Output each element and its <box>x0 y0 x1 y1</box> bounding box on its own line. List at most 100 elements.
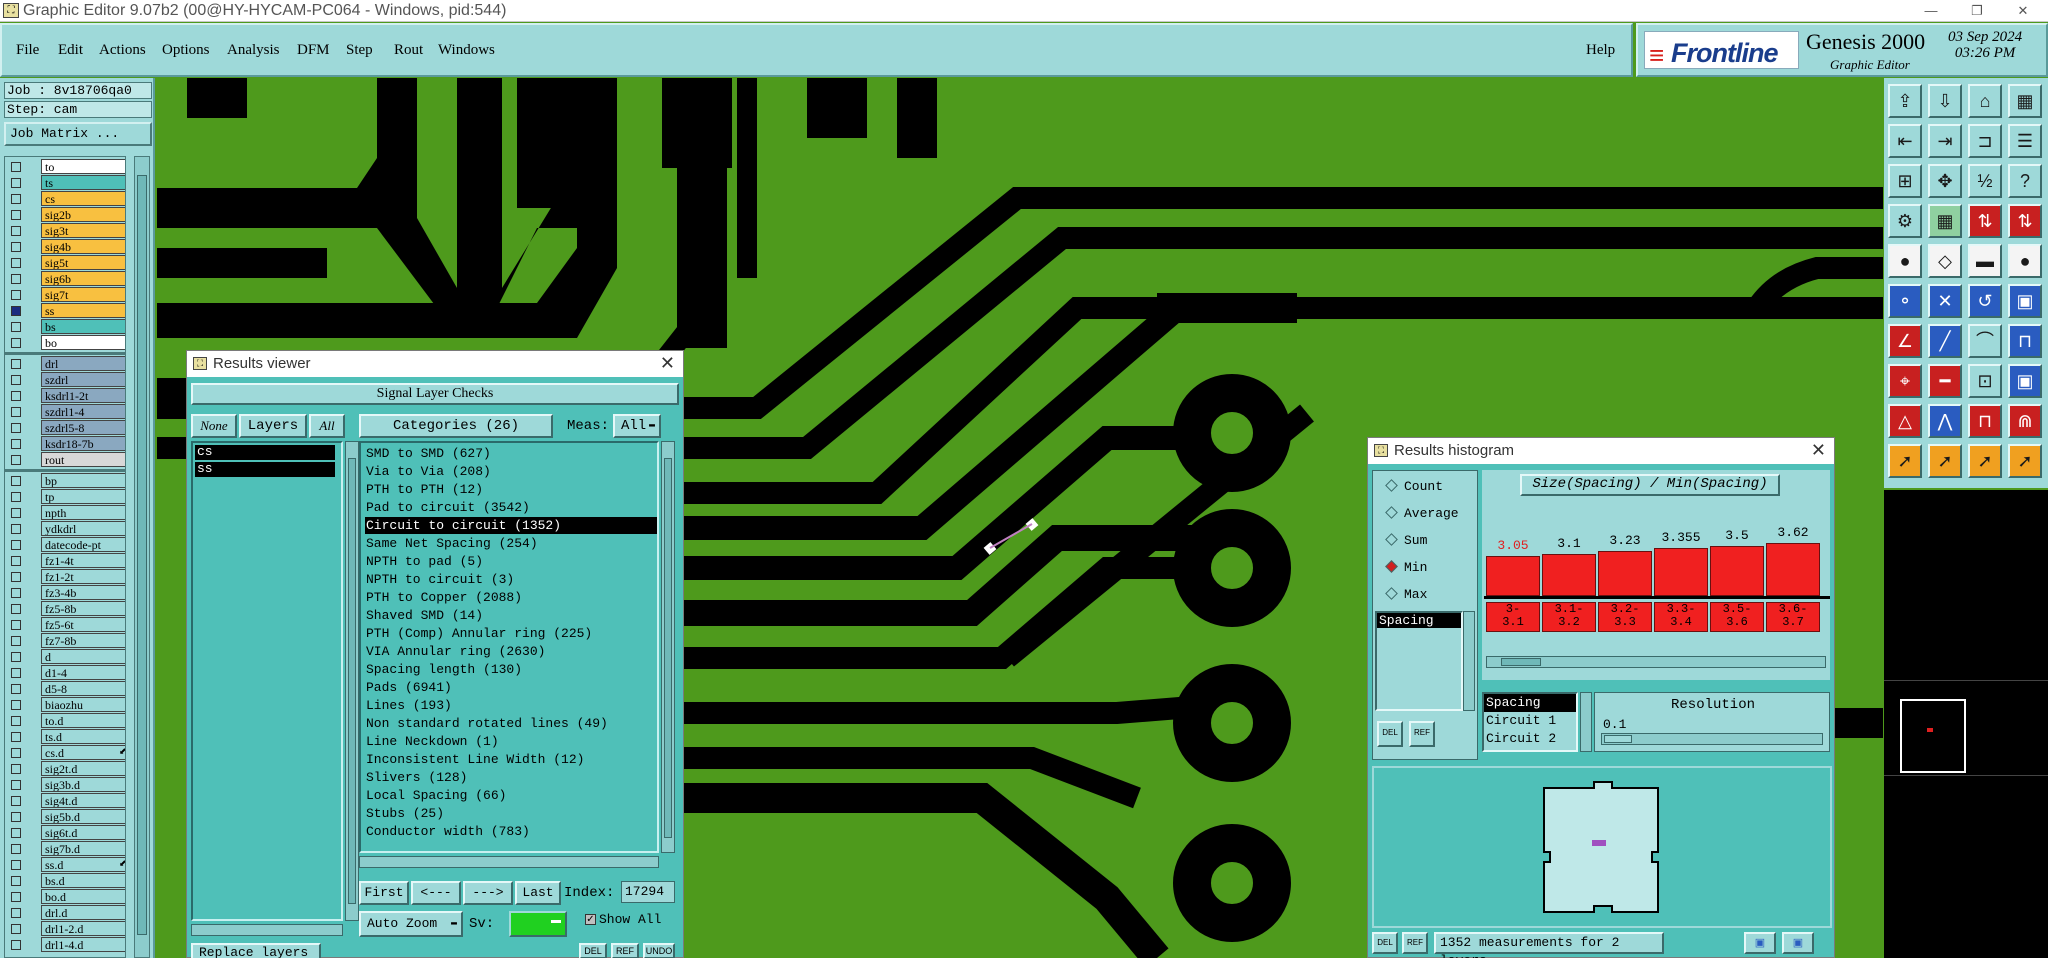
layer-checkbox[interactable] <box>11 812 21 822</box>
net-icon[interactable]: ▣ <box>2008 284 2042 318</box>
layer-row[interactable]: drl1-2.d <box>5 921 125 937</box>
layer-checkbox[interactable] <box>11 290 21 300</box>
layer-checkbox[interactable] <box>11 844 21 854</box>
layer-row[interactable]: szdrl5-8 <box>5 420 125 436</box>
histogram-bar[interactable] <box>1486 556 1540 596</box>
layer-name[interactable]: fz1-2t <box>41 569 125 584</box>
stat-option-average[interactable]: Average <box>1385 506 1459 521</box>
category-item[interactable]: Non standard rotated lines (49) <box>365 715 657 732</box>
layer-checkbox[interactable] <box>11 908 21 918</box>
layer-checkbox[interactable] <box>11 876 21 886</box>
connect-icon[interactable]: ⚬ <box>1888 284 1922 318</box>
layer-row[interactable]: fz5-8b <box>5 601 125 617</box>
layer-row[interactable]: drl <box>5 356 125 372</box>
attribute-list[interactable]: Spacing Circuit 1 Circuit 2 <box>1482 692 1578 752</box>
stat-option-count[interactable]: Count <box>1385 479 1443 494</box>
close-button[interactable]: ✕ <box>2000 0 2046 22</box>
layer-name[interactable]: sig7b.d <box>41 841 125 856</box>
move-left-icon[interactable]: ⇤ <box>1888 124 1922 158</box>
layer-checkbox[interactable] <box>11 716 21 726</box>
category-item[interactable]: Via to Via (208) <box>365 463 657 480</box>
replace-layers-dropdown[interactable]: Replace layers <box>191 943 321 958</box>
job-matrix-button[interactable]: Job Matrix ... <box>4 122 152 146</box>
layer-row[interactable]: datecode-pt <box>5 537 125 553</box>
layer-name[interactable]: ss.d <box>41 857 125 872</box>
layer-name[interactable]: ts <box>41 175 125 190</box>
layer-row[interactable]: drl1-4.d <box>5 937 125 953</box>
radio-icon[interactable] <box>1385 506 1398 519</box>
layer-checkbox[interactable] <box>11 572 21 582</box>
layer-name[interactable]: rout <box>41 452 125 467</box>
category-item[interactable]: VIA Annular ring (2630) <box>365 643 657 660</box>
layer-name[interactable]: bp <box>41 473 125 488</box>
layer-row[interactable]: fz1-4t <box>5 553 125 569</box>
first-button[interactable]: First <box>359 881 409 905</box>
layer-checkbox[interactable] <box>11 455 21 465</box>
measurement-item[interactable]: Spacing <box>1377 613 1461 628</box>
layer-name[interactable]: sig4t.d <box>41 793 125 808</box>
layer-checkbox[interactable] <box>11 700 21 710</box>
layer-checkbox[interactable] <box>11 796 21 806</box>
edit-shape-icon[interactable]: ◇ <box>1928 244 1962 278</box>
layer-row[interactable]: sig3t <box>5 223 125 239</box>
layer-name[interactable]: sig2t.d <box>41 761 125 776</box>
measurement-scrollbar[interactable] <box>1463 611 1475 711</box>
layer-row[interactable]: d5-8 <box>5 681 125 697</box>
layer-row[interactable]: d <box>5 649 125 665</box>
layer-row[interactable]: szdrl1-4 <box>5 404 125 420</box>
layers-listbox[interactable]: cs ss <box>191 441 343 921</box>
layer-checkbox[interactable] <box>11 556 21 566</box>
layer-item[interactable]: cs <box>195 445 335 460</box>
results-viewer-close-icon[interactable]: ✕ <box>660 353 675 374</box>
layer-row[interactable]: rout <box>5 452 125 468</box>
layer-checkbox[interactable] <box>11 940 21 950</box>
layer-checkbox[interactable] <box>11 540 21 550</box>
layer-name[interactable]: bs <box>41 319 125 334</box>
layer-name[interactable]: ydkdrl <box>41 521 125 536</box>
layer-row[interactable]: ksdrl1-2t <box>5 388 125 404</box>
last-button[interactable]: Last <box>515 881 561 905</box>
layer-row[interactable]: ksdr18-7b <box>5 436 125 452</box>
category-item[interactable]: PTH to PTH (12) <box>365 481 657 498</box>
stat-option-sum[interactable]: Sum <box>1385 533 1427 548</box>
layer-checkbox[interactable] <box>11 407 21 417</box>
export-icon[interactable]: ▣ <box>1744 932 1776 954</box>
stat-option-min[interactable]: Min <box>1385 560 1427 575</box>
del-button[interactable]: DEL <box>579 943 607 958</box>
layer-name[interactable]: to.d <box>41 713 125 728</box>
histogram-bar[interactable] <box>1710 546 1764 596</box>
menu-options[interactable]: Options <box>162 42 210 59</box>
histogram-bar[interactable] <box>1766 543 1820 596</box>
category-item[interactable]: Local Spacing (66) <box>365 787 657 804</box>
layer-name[interactable]: fz1-4t <box>41 553 125 568</box>
layer-name[interactable]: sig3t <box>41 223 125 238</box>
histogram-bar[interactable] <box>1542 554 1596 596</box>
layer-name[interactable]: d <box>41 649 125 664</box>
layer-checkbox[interactable] <box>11 684 21 694</box>
category-item[interactable]: NPTH to circuit (3) <box>365 571 657 588</box>
category-item[interactable]: NPTH to pad (5) <box>365 553 657 570</box>
menu-windows[interactable]: Windows <box>438 42 495 59</box>
layer-row[interactable]: ts <box>5 175 125 191</box>
menu-step[interactable]: Step <box>346 42 373 59</box>
layer-checkbox[interactable] <box>11 242 21 252</box>
layer-name[interactable]: fz5-8b <box>41 601 125 616</box>
layer-checkbox[interactable] <box>11 306 21 316</box>
layer-name[interactable]: szdrl1-4 <box>41 404 125 419</box>
layer-checkbox[interactable] <box>11 258 21 268</box>
layer-row[interactable]: bs <box>5 319 125 335</box>
layer-name[interactable]: ts.d <box>41 729 125 744</box>
layers-all-button[interactable]: All <box>309 414 345 438</box>
split-icon[interactable]: ⊓ <box>2008 324 2042 358</box>
categories-hscrollbar[interactable] <box>359 856 659 868</box>
layer-checkbox[interactable] <box>11 226 21 236</box>
layer-name[interactable]: sig6t.d <box>41 825 125 840</box>
category-item[interactable]: Slivers (128) <box>365 769 657 786</box>
zoom-fit-icon[interactable]: ⊞ <box>1888 164 1922 198</box>
radio-icon[interactable] <box>1385 533 1398 546</box>
layer-row[interactable]: szdrl <box>5 372 125 388</box>
menu-file[interactable]: File <box>16 42 39 59</box>
menu-rout[interactable]: Rout <box>394 42 423 59</box>
layer-name[interactable]: szdrl5-8 <box>41 420 125 435</box>
categories-scrollbar[interactable] <box>661 441 675 853</box>
